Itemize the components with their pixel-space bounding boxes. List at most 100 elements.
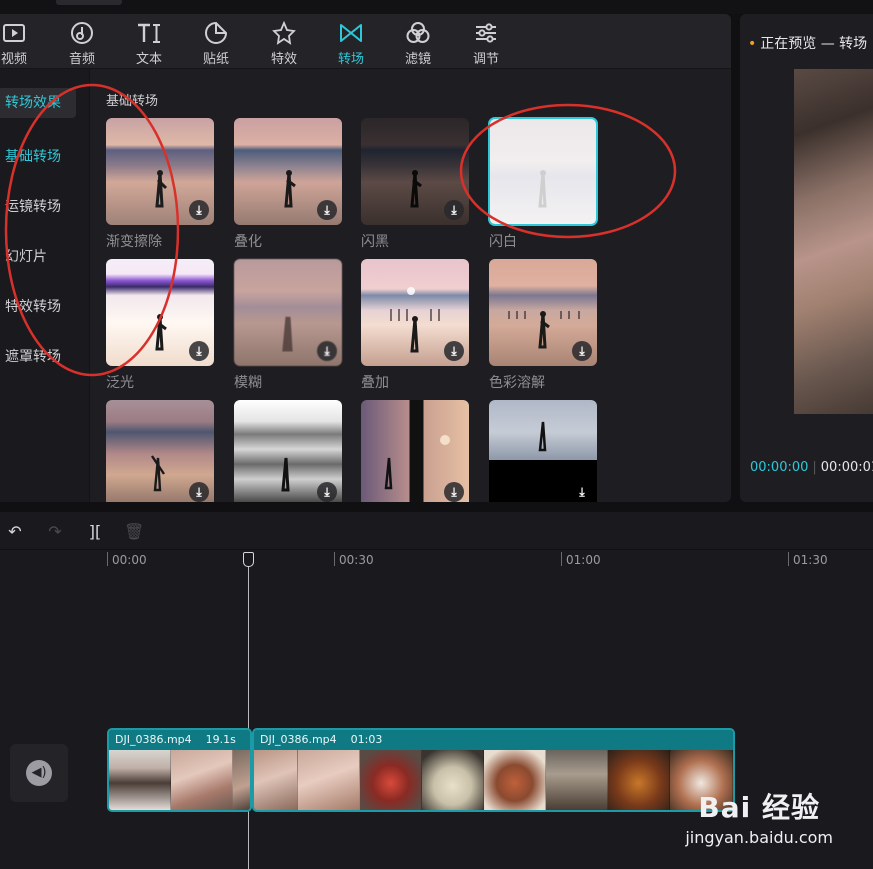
card-label: 泛光 xyxy=(106,375,134,391)
thumbnail: ⤓ xyxy=(489,259,597,366)
card-label: 闪黑 xyxy=(361,234,389,250)
thumbnail: ⤓ xyxy=(234,259,342,366)
transition-card-glow[interactable]: ⤓ 泛光 xyxy=(106,259,214,392)
major-tick xyxy=(788,552,789,566)
top-strip xyxy=(0,0,873,14)
watermark-url: jingyan.baidu.com xyxy=(685,828,833,847)
tool-label: 调节 xyxy=(472,52,499,67)
transition-card[interactable]: ⤓ xyxy=(489,400,597,502)
ruler-label: 01:30 xyxy=(793,553,828,567)
delete-icon[interactable]: 🗑 xyxy=(124,522,144,542)
clip-duration: 01:03 xyxy=(350,733,383,746)
download-icon[interactable]: ⤓ xyxy=(444,341,464,361)
sticker-icon xyxy=(188,18,244,46)
transition-card-color-dissolve[interactable]: ⤓ 色彩溶解 xyxy=(489,259,597,392)
thumbnail: ⤓ xyxy=(361,400,469,502)
ruler-label: 01:00 xyxy=(566,553,601,567)
category-toolbar: 视频 音频 文本 贴纸 特效 转场 滤镜 调节 xyxy=(0,14,731,69)
download-icon[interactable]: ⤓ xyxy=(317,341,337,361)
transition-card-flash-black[interactable]: ⤓ 闪黑 xyxy=(361,118,469,251)
card-label: 模糊 xyxy=(234,375,262,391)
timeline-toolbar: ↶ ↷ ][ 🗑 xyxy=(0,512,873,550)
audio-icon xyxy=(54,18,110,46)
split-icon[interactable]: ][ xyxy=(85,522,105,542)
tool-label: 视频 xyxy=(0,52,27,67)
download-icon[interactable]: ⤓ xyxy=(317,482,337,502)
video-icon xyxy=(0,18,42,46)
download-icon[interactable]: ⤓ xyxy=(444,482,464,502)
playhead-handle[interactable] xyxy=(243,552,254,567)
tool-audio[interactable]: 音频 xyxy=(54,18,110,68)
transition-card-dissolve[interactable]: ⤓ 叠化 xyxy=(234,118,342,251)
thumbnail: ⤓ xyxy=(234,118,342,225)
speaker-icon: ◀) xyxy=(26,760,52,786)
redo-icon[interactable]: ↷ xyxy=(45,522,65,542)
thumbnail: ⤓ xyxy=(361,259,469,366)
tool-transition[interactable]: 转场 xyxy=(323,18,379,68)
download-icon[interactable]: ⤓ xyxy=(189,341,209,361)
sidebar-item-slideshow[interactable]: 幻灯片 xyxy=(0,242,86,272)
tool-label: 特效 xyxy=(270,52,297,67)
sidebar-item-camera[interactable]: 运镜转场 xyxy=(0,192,86,222)
card-label: 色彩溶解 xyxy=(489,375,545,391)
watermark-logo: Bai 经验 xyxy=(698,791,820,824)
timeline-panel: ↶ ↷ ][ 🗑 00:00 00:30 01:00 01:30 ◀) DJI_… xyxy=(0,512,873,869)
major-tick xyxy=(334,552,335,566)
thumbnail: ⤓ xyxy=(361,118,469,225)
clip-header: DJI_0386.mp4 19.1s xyxy=(109,730,250,750)
sidebar-item-basic[interactable]: 基础转场 xyxy=(0,142,86,172)
download-icon[interactable]: ⤓ xyxy=(189,482,209,502)
time-ruler[interactable]: 00:00 00:30 01:00 01:30 xyxy=(0,550,873,570)
tool-label: 文本 xyxy=(135,52,162,67)
tool-video[interactable]: 视频 xyxy=(0,18,42,68)
tool-filter[interactable]: 滤镜 xyxy=(390,18,446,68)
total-time: 00:00:01 xyxy=(820,460,873,475)
preview-video-frame xyxy=(794,69,873,414)
download-icon[interactable]: ⤓ xyxy=(572,482,592,502)
sidebar-item-transition-effects[interactable]: 转场效果 xyxy=(0,88,76,118)
time-separator: | xyxy=(812,460,817,475)
preview-panel: •正在预览 — 转场 00:00:00|00:00:01 xyxy=(740,14,873,502)
transition-card-overlay[interactable]: ⤓ 叠加 xyxy=(361,259,469,392)
transition-card-fade-wipe[interactable]: ⤓ 渐变擦除 xyxy=(106,118,214,251)
card-label: 渐变擦除 xyxy=(106,234,162,250)
transition-card-flash-white[interactable]: 闪白 xyxy=(488,117,598,251)
preview-player[interactable] xyxy=(794,69,873,414)
download-icon[interactable]: ⤓ xyxy=(572,341,592,361)
filter-icon xyxy=(390,18,446,46)
top-tab[interactable] xyxy=(56,0,122,5)
major-tick xyxy=(107,552,108,566)
download-icon[interactable]: ⤓ xyxy=(317,200,337,220)
download-icon[interactable]: ⤓ xyxy=(444,200,464,220)
major-tick xyxy=(561,552,562,566)
tool-label: 贴纸 xyxy=(202,52,229,67)
video-clip[interactable]: DJI_0386.mp4 19.1s xyxy=(107,728,252,812)
clip-duration: 19.1s xyxy=(205,733,236,746)
tool-label: 转场 xyxy=(337,52,364,67)
tool-effects[interactable]: 特效 xyxy=(256,18,312,68)
sidebar-item-special[interactable]: 特效转场 xyxy=(0,292,86,322)
download-icon[interactable]: ⤓ xyxy=(189,200,209,220)
preview-title: • 正在预览 — 转场 xyxy=(748,33,867,53)
clip-thumbnails xyxy=(109,750,250,810)
track-audio-toggle[interactable]: ◀) xyxy=(10,744,68,802)
status-dot-icon: • xyxy=(748,36,757,52)
transition-card[interactable]: ⤓ xyxy=(234,400,342,502)
playhead-line[interactable] xyxy=(248,552,249,869)
thumbnail: ⤓ xyxy=(234,400,342,502)
transition-icon xyxy=(323,18,379,46)
text-icon xyxy=(121,18,177,46)
transition-card[interactable]: ⤓ xyxy=(361,400,469,502)
transition-card-blur[interactable]: ⤓ 模糊 xyxy=(234,259,342,392)
section-title: 基础转场 xyxy=(106,94,159,109)
thumbnail: ⤓ xyxy=(106,259,214,366)
undo-icon[interactable]: ↶ xyxy=(5,522,25,542)
transition-card[interactable]: ⤓ xyxy=(106,400,214,502)
tool-adjust[interactable]: 调节 xyxy=(458,18,514,68)
clip-thumbnails xyxy=(254,750,733,810)
thumbnail xyxy=(488,117,598,226)
tool-sticker[interactable]: 贴纸 xyxy=(188,18,244,68)
tool-text[interactable]: 文本 xyxy=(121,18,177,68)
video-clip[interactable]: DJI_0386.mp4 01:03 xyxy=(252,728,735,812)
sidebar-item-mask[interactable]: 遮罩转场 xyxy=(0,342,86,372)
